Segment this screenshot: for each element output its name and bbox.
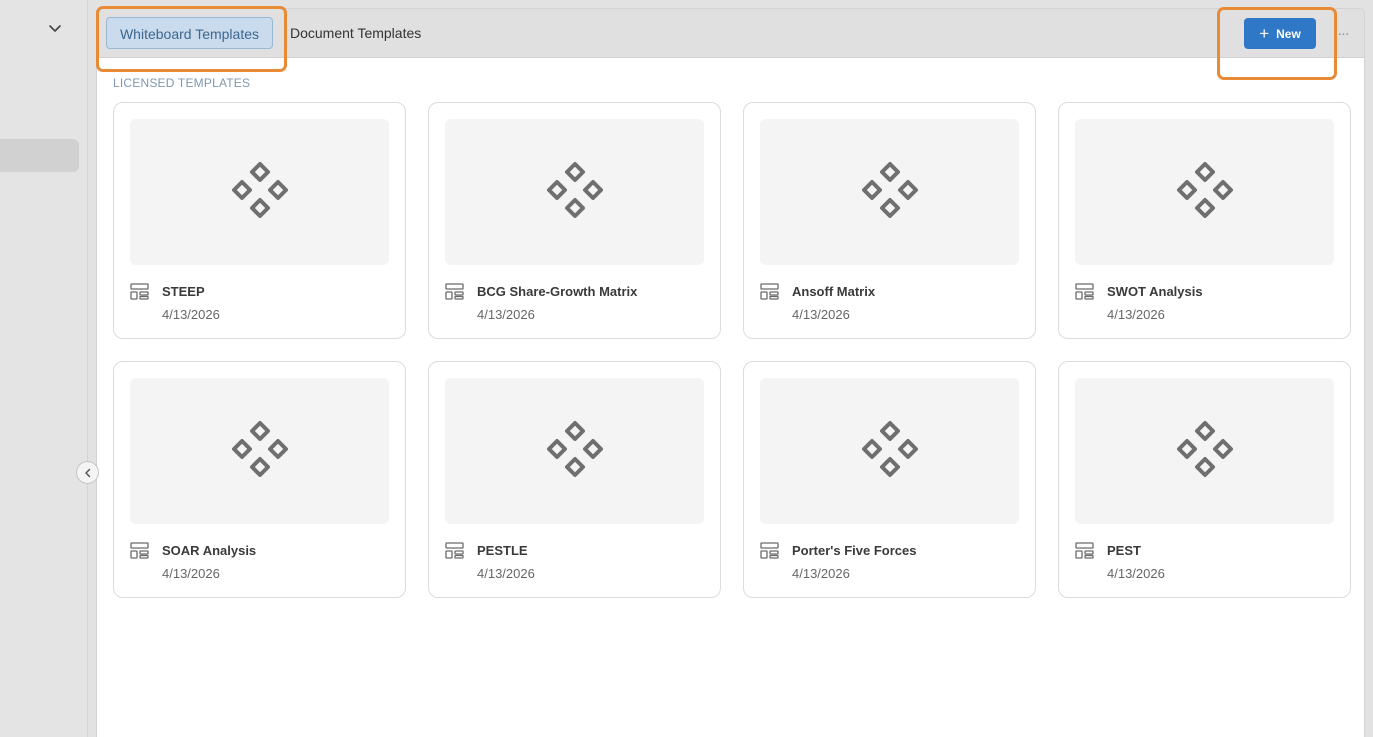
sidebar-item-active[interactable]	[0, 139, 79, 172]
collapse-sidebar-button[interactable]	[76, 461, 99, 484]
template-title: PEST	[1107, 543, 1141, 558]
template-title: SWOT Analysis	[1107, 284, 1203, 299]
layout-template-icon	[760, 283, 779, 300]
template-title: STEEP	[162, 284, 205, 299]
template-thumbnail	[760, 378, 1019, 524]
ellipsis-icon[interactable]: ···	[1334, 23, 1352, 43]
diamond-cluster-icon	[1176, 162, 1233, 218]
diamond-cluster-icon	[546, 421, 603, 477]
sidebar	[0, 0, 88, 737]
diamond-cluster-icon	[546, 162, 603, 218]
template-card[interactable]: SOAR Analysis 4/13/2026	[113, 361, 406, 598]
layout-template-icon	[445, 283, 464, 300]
layout-template-icon	[130, 542, 149, 559]
template-thumbnail	[445, 378, 704, 524]
layout-template-icon	[130, 283, 149, 300]
template-title: SOAR Analysis	[162, 543, 257, 558]
template-title: BCG Share-Growth Matrix	[477, 284, 638, 299]
plus-icon: +	[1259, 24, 1270, 43]
template-card[interactable]: PEST 4/13/2026	[1058, 361, 1351, 598]
tab-document-templates[interactable]: Document Templates	[290, 17, 421, 49]
diamond-cluster-icon	[231, 421, 288, 477]
layout-template-icon	[1075, 542, 1094, 559]
template-title: PESTLE	[477, 543, 528, 558]
diamond-cluster-icon	[861, 162, 918, 218]
template-date: 4/13/2026	[162, 307, 220, 322]
tab-bar: Whiteboard Templates Document Templates …	[97, 9, 1364, 58]
tab-whiteboard-templates[interactable]: Whiteboard Templates	[106, 17, 273, 49]
layout-template-icon	[445, 542, 464, 559]
template-date: 4/13/2026	[1107, 566, 1165, 581]
template-title: Ansoff Matrix	[792, 284, 876, 299]
diamond-cluster-icon	[861, 421, 918, 477]
layout-template-icon	[1075, 283, 1094, 300]
template-card[interactable]: STEEP 4/13/2026	[113, 102, 406, 339]
template-date: 4/13/2026	[477, 307, 535, 322]
template-card[interactable]: SWOT Analysis 4/13/2026	[1058, 102, 1351, 339]
template-thumbnail	[130, 378, 389, 524]
template-date: 4/13/2026	[792, 307, 850, 322]
diamond-cluster-icon	[1176, 421, 1233, 477]
new-button-label: New	[1276, 26, 1301, 41]
new-button[interactable]: + New	[1244, 18, 1316, 49]
template-date: 4/13/2026	[792, 566, 850, 581]
template-date: 4/13/2026	[1107, 307, 1165, 322]
chevron-left-icon	[84, 468, 90, 477]
chevron-down-icon[interactable]	[47, 20, 63, 36]
layout-template-icon	[760, 542, 779, 559]
template-card[interactable]: Porter's Five Forces 4/13/2026	[743, 361, 1036, 598]
template-card[interactable]: PESTLE 4/13/2026	[428, 361, 721, 598]
template-card[interactable]: BCG Share-Growth Matrix 4/13/2026	[428, 102, 721, 339]
template-thumbnail	[1075, 378, 1334, 524]
template-thumbnail	[445, 119, 704, 265]
template-thumbnail	[760, 119, 1019, 265]
template-date: 4/13/2026	[162, 566, 220, 581]
template-thumbnail	[130, 119, 389, 265]
template-card[interactable]: Ansoff Matrix 4/13/2026	[743, 102, 1036, 339]
template-grid: STEEP 4/13/2026 BCG Share-Growth Matrix …	[113, 102, 1351, 598]
section-heading: LICENSED TEMPLATES	[113, 76, 251, 90]
template-title: Porter's Five Forces	[792, 543, 917, 558]
main-panel: Whiteboard Templates Document Templates …	[96, 8, 1365, 737]
template-date: 4/13/2026	[477, 566, 535, 581]
diamond-cluster-icon	[231, 162, 288, 218]
template-thumbnail	[1075, 119, 1334, 265]
